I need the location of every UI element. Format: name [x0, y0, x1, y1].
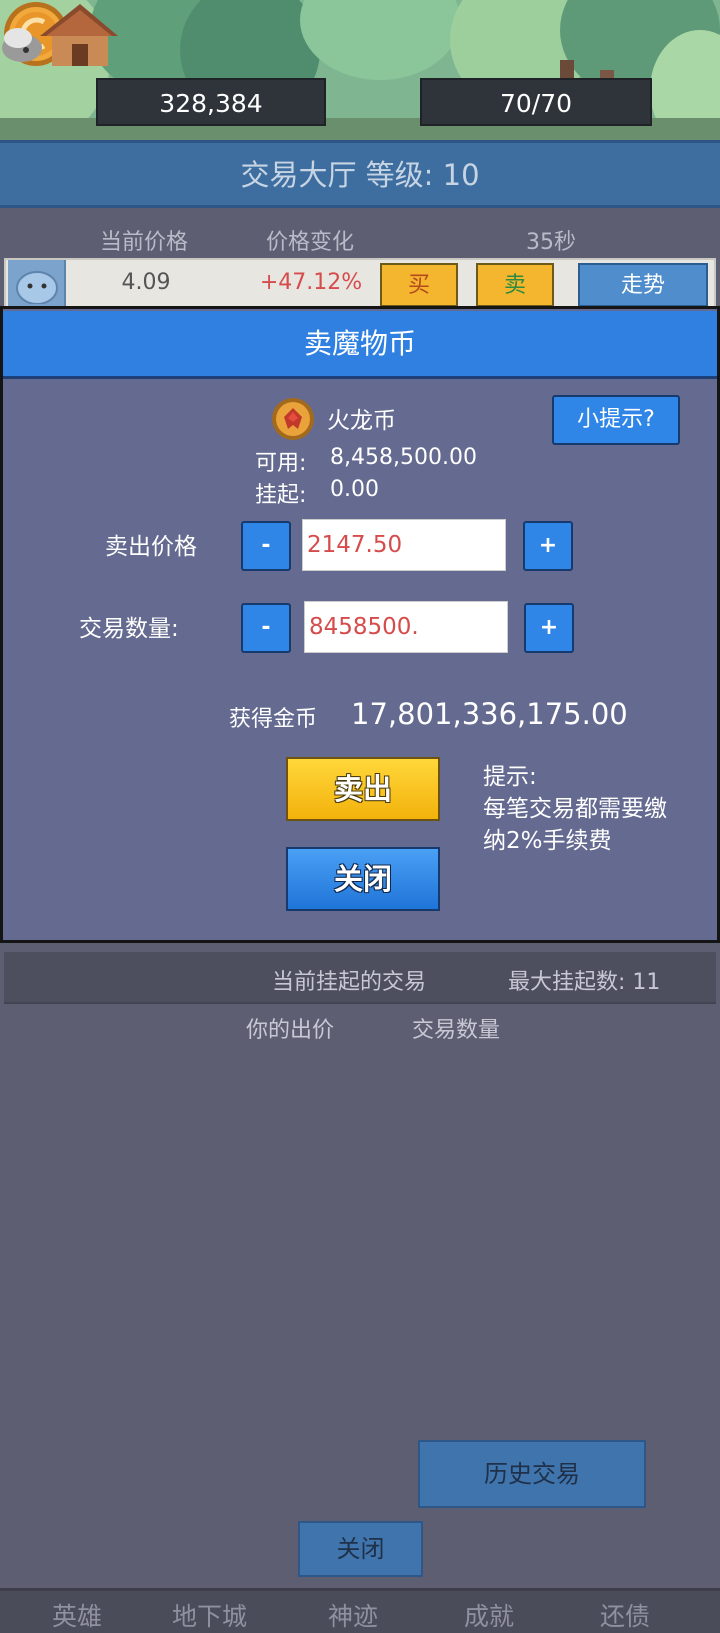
coin-name: 火龙币 [327, 408, 396, 434]
sell-price-label: 卖出价格 [105, 534, 197, 560]
sell-button[interactable]: 卖 [476, 263, 554, 307]
column-trade-quantity: 交易数量 [412, 1018, 501, 1043]
gold-gain-value: 17,801,336,175.00 [351, 697, 628, 731]
trading-hall-title: 交易大厅 等级: 10 [0, 140, 720, 208]
coin-avatar [8, 260, 66, 306]
max-pending-count: 最大挂起数: 11 [508, 970, 661, 995]
sell-coin-dialog: 卖魔物币 火龙币 小提示? 可用: 8,458,500.00 挂起: 0.00 … [0, 306, 720, 943]
quantity-input[interactable] [304, 601, 508, 653]
price-decrease-button[interactable]: - [241, 521, 291, 571]
population-value: 70/70 [499, 89, 573, 118]
pending-trades-header: 当前挂起的交易 最大挂起数: 11 [4, 952, 716, 1004]
quantity-increase-button[interactable]: + [524, 603, 574, 653]
available-value: 8,458,500.00 [330, 445, 477, 470]
fire-dragon-coin-icon [272, 398, 314, 440]
pending-trades-title: 当前挂起的交易 [272, 970, 427, 995]
bottom-nav: 英雄 地下城 神迹 成就 还债 [0, 1588, 720, 1633]
forest-header: 328,384 70/70 [0, 0, 720, 140]
dialog-close-button[interactable]: 关闭 [286, 847, 440, 911]
buy-button[interactable]: 买 [380, 263, 458, 307]
confirm-sell-button[interactable]: 卖出 [286, 757, 440, 821]
nav-achievements[interactable]: 成就 [464, 1597, 514, 1633]
row-price-change: +47.12% [259, 270, 363, 295]
nav-heroes[interactable]: 英雄 [52, 1597, 102, 1633]
quantity-label: 交易数量: [79, 616, 179, 642]
dialog-title: 卖魔物币 [3, 311, 717, 379]
house-icon [2, 4, 118, 66]
tip-line-1: 每笔交易都需要缴 [483, 796, 667, 822]
column-current-price: 当前价格 [100, 230, 189, 255]
column-price-change: 价格变化 [266, 230, 355, 255]
hint-button[interactable]: 小提示? [552, 395, 680, 445]
pending-value: 0.00 [330, 477, 379, 502]
nav-repay-debt[interactable]: 还债 [600, 1597, 650, 1633]
nav-dungeon[interactable]: 地下城 [172, 1597, 247, 1633]
quantity-decrease-button[interactable]: - [241, 603, 291, 653]
tip-line-2: 纳2%手续费 [483, 828, 612, 854]
nav-miracle[interactable]: 神迹 [328, 1597, 378, 1633]
price-increase-button[interactable]: + [523, 521, 573, 571]
trade-history-button[interactable]: 历史交易 [418, 1440, 646, 1508]
column-your-bid: 你的出价 [246, 1018, 335, 1043]
tip-title: 提示: [483, 764, 537, 790]
sell-price-input[interactable] [302, 519, 506, 571]
refresh-timer: 35秒 [526, 230, 576, 255]
market-row: 4.09 +47.12% 买 卖 走势 [4, 258, 716, 308]
trend-button[interactable]: 走势 [578, 263, 708, 307]
row-price: 4.09 [121, 270, 171, 295]
available-label: 可用: [255, 451, 307, 476]
gold-gain-label: 获得金币 [229, 707, 318, 732]
gold-counter: 328,384 [96, 78, 326, 126]
hall-close-button[interactable]: 关闭 [298, 1521, 423, 1577]
gold-value: 328,384 [159, 89, 263, 118]
slime-icon [16, 271, 58, 304]
population-counter: 70/70 [420, 78, 652, 126]
pending-label: 挂起: [255, 483, 307, 508]
